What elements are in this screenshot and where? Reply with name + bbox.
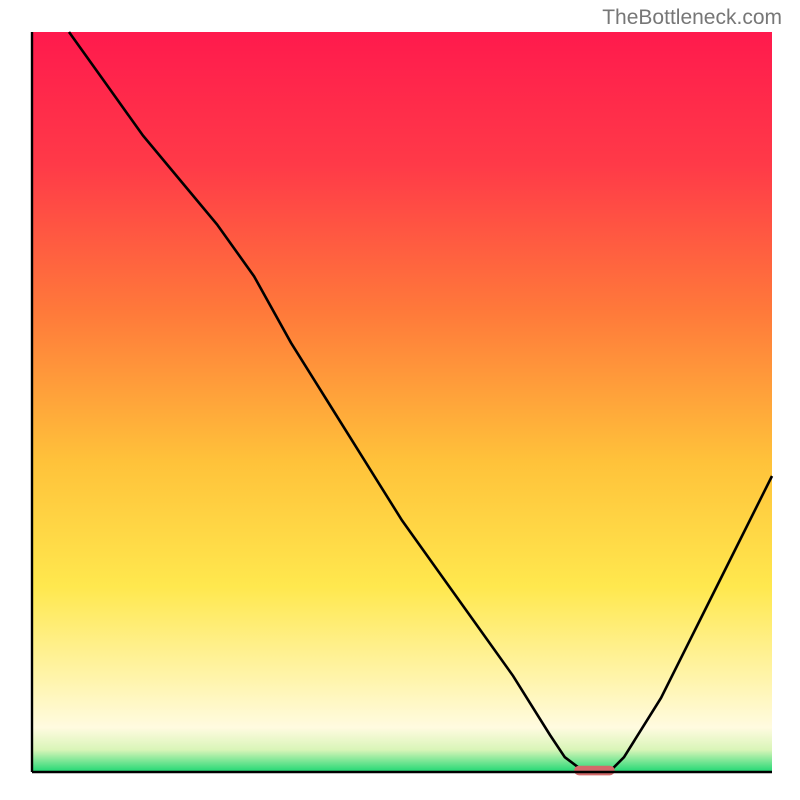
chart-container: TheBottleneck.com [0,0,800,800]
optimal-marker [574,766,615,776]
watermark-text: TheBottleneck.com [602,6,782,30]
chart-svg [0,0,800,800]
plot-background [32,32,772,772]
